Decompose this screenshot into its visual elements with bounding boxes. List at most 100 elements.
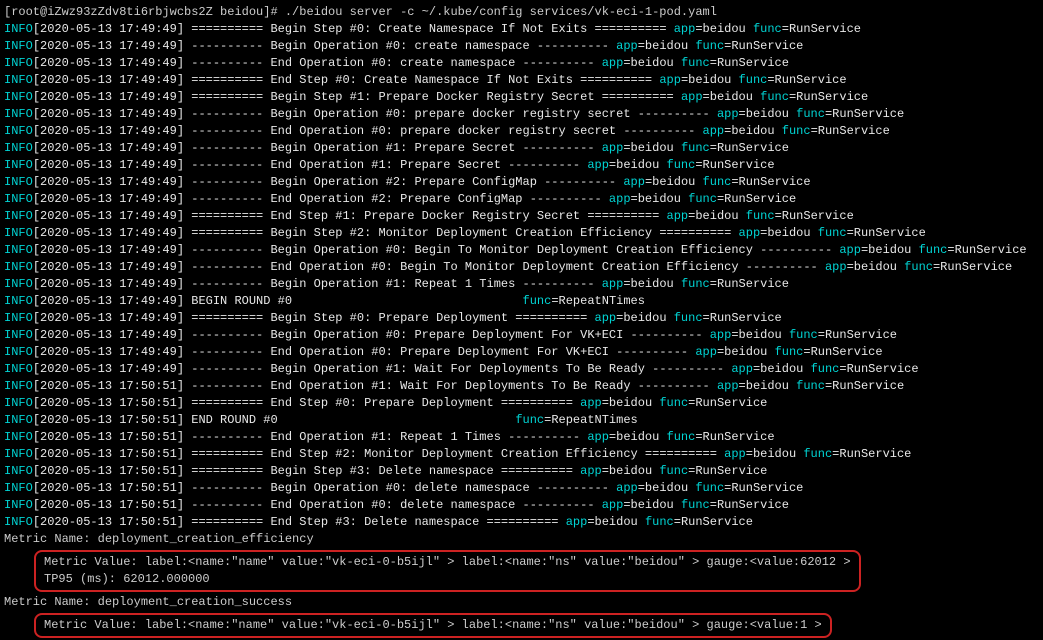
app-key: app [587, 158, 609, 172]
metric-value-line: Metric Value: label:<name:"name" value:"… [44, 617, 822, 634]
log-message: ========== Begin Step #0: Prepare Deploy… [184, 311, 594, 325]
log-line: INFO[2020-05-13 17:49:49] ========== Beg… [4, 310, 1039, 327]
func-value: =RunService [947, 243, 1026, 257]
log-level: INFO [4, 413, 33, 427]
timestamp: [2020-05-13 17:50:51] [33, 515, 184, 529]
log-line: INFO[2020-05-13 17:49:49] ========== End… [4, 72, 1039, 89]
timestamp: [2020-05-13 17:50:51] [33, 379, 184, 393]
timestamp: [2020-05-13 17:49:49] [33, 345, 184, 359]
log-line: INFO[2020-05-13 17:49:49] ---------- Beg… [4, 106, 1039, 123]
log-level: INFO [4, 124, 33, 138]
log-line: INFO[2020-05-13 17:49:49] ---------- End… [4, 55, 1039, 72]
func-value: =RunService [832, 447, 911, 461]
app-key: app [602, 141, 624, 155]
func-key: func [681, 141, 710, 155]
log-line: INFO[2020-05-13 17:49:49] ---------- Beg… [4, 242, 1039, 259]
log-line: INFO[2020-05-13 17:50:51] ---------- End… [4, 378, 1039, 395]
log-line: INFO[2020-05-13 17:50:51] ========== End… [4, 514, 1039, 531]
func-value: =RunService [724, 481, 803, 495]
log-level: INFO [4, 175, 33, 189]
func-value: =RunService [933, 260, 1012, 274]
log-message: ---------- End Operation #0: prepare doc… [184, 124, 702, 138]
timestamp: [2020-05-13 17:49:49] [33, 243, 184, 257]
func-key: func [919, 243, 948, 257]
app-key: app [602, 56, 624, 70]
app-value: =beidou [746, 447, 804, 461]
func-key: func [746, 209, 775, 223]
log-message: ========== Begin Step #3: Delete namespa… [184, 464, 580, 478]
timestamp: [2020-05-13 17:49:49] [33, 175, 184, 189]
log-level: INFO [4, 294, 33, 308]
log-message: END ROUND #0 [184, 413, 515, 427]
log-level: INFO [4, 311, 33, 325]
app-value: =beidou [760, 226, 818, 240]
timestamp: [2020-05-13 17:49:49] [33, 226, 184, 240]
timestamp: [2020-05-13 17:49:49] [33, 192, 184, 206]
func-key: func [695, 39, 724, 53]
log-message: ========== Begin Step #1: Prepare Docker… [184, 90, 681, 104]
timestamp: [2020-05-13 17:49:49] [33, 107, 184, 121]
log-level: INFO [4, 226, 33, 240]
log-level: INFO [4, 430, 33, 444]
func-key: func [818, 226, 847, 240]
app-key: app [566, 515, 588, 529]
log-level: INFO [4, 498, 33, 512]
log-message: ---------- Begin Operation #0: Begin To … [184, 243, 839, 257]
app-value: =beidou [753, 362, 811, 376]
func-key: func [789, 328, 818, 342]
timestamp: [2020-05-13 17:49:49] [33, 90, 184, 104]
log-line: INFO[2020-05-13 17:50:51] ========== End… [4, 446, 1039, 463]
terminal-output[interactable]: [root@iZwz93zZdv8ti6rbjwcbs2Z beidou]# .… [4, 4, 1039, 640]
app-value: =beidou [623, 56, 681, 70]
log-message: ========== End Step #0: Prepare Deployme… [184, 396, 580, 410]
func-key: func [811, 362, 840, 376]
app-key: app [674, 22, 696, 36]
log-level: INFO [4, 107, 33, 121]
timestamp: [2020-05-13 17:50:51] [33, 498, 184, 512]
log-line: INFO[2020-05-13 17:49:49] ---------- Beg… [4, 174, 1039, 191]
func-key: func [681, 498, 710, 512]
func-value: =RunService [724, 39, 803, 53]
func-value: =RunService [703, 311, 782, 325]
app-key: app [825, 260, 847, 274]
metric-title: Metric Name: deployment_creation_success [4, 594, 1039, 611]
func-key: func [904, 260, 933, 274]
app-value: =beidou [681, 73, 739, 87]
app-key: app [839, 243, 861, 257]
timestamp: [2020-05-13 17:49:49] [33, 141, 184, 155]
timestamp: [2020-05-13 17:50:51] [33, 413, 184, 427]
func-value: =RunService [710, 141, 789, 155]
log-message: ---------- End Operation #0: delete name… [184, 498, 602, 512]
func-value: =RunService [710, 56, 789, 70]
log-line: INFO[2020-05-13 17:50:51] END ROUND #0 f… [4, 412, 1039, 429]
log-line: INFO[2020-05-13 17:49:49] ---------- Beg… [4, 327, 1039, 344]
log-message: ---------- End Operation #0: Begin To Mo… [184, 260, 825, 274]
log-level: INFO [4, 158, 33, 172]
command-line: [root@iZwz93zZdv8ti6rbjwcbs2Z beidou]# .… [4, 4, 1039, 21]
timestamp: [2020-05-13 17:49:49] [33, 260, 184, 274]
log-line: INFO[2020-05-13 17:49:49] ---------- Beg… [4, 361, 1039, 378]
app-value: =beidou [616, 311, 674, 325]
app-value: =beidou [609, 158, 667, 172]
log-message: ---------- Begin Operation #1: Repeat 1 … [184, 277, 602, 291]
app-key: app [724, 447, 746, 461]
func-key: func [659, 464, 688, 478]
func-value: =RepeatNTimes [551, 294, 645, 308]
log-level: INFO [4, 481, 33, 495]
log-level: INFO [4, 73, 33, 87]
app-value: =beidou [739, 107, 797, 121]
log-message: ---------- End Operation #2: Prepare Con… [184, 192, 609, 206]
app-key: app [602, 277, 624, 291]
log-line: INFO[2020-05-13 17:49:49] ---------- End… [4, 191, 1039, 208]
app-value: =beidou [602, 396, 660, 410]
log-line: INFO[2020-05-13 17:49:49] ========== End… [4, 208, 1039, 225]
timestamp: [2020-05-13 17:49:49] [33, 39, 184, 53]
timestamp: [2020-05-13 17:49:49] [33, 277, 184, 291]
timestamp: [2020-05-13 17:49:49] [33, 362, 184, 376]
log-line: INFO[2020-05-13 17:49:49] ---------- End… [4, 123, 1039, 140]
func-value: =RunService [731, 175, 810, 189]
app-value: =beidou [695, 22, 753, 36]
log-line: INFO[2020-05-13 17:50:51] ---------- End… [4, 429, 1039, 446]
app-value: =beidou [724, 124, 782, 138]
app-key: app [587, 430, 609, 444]
